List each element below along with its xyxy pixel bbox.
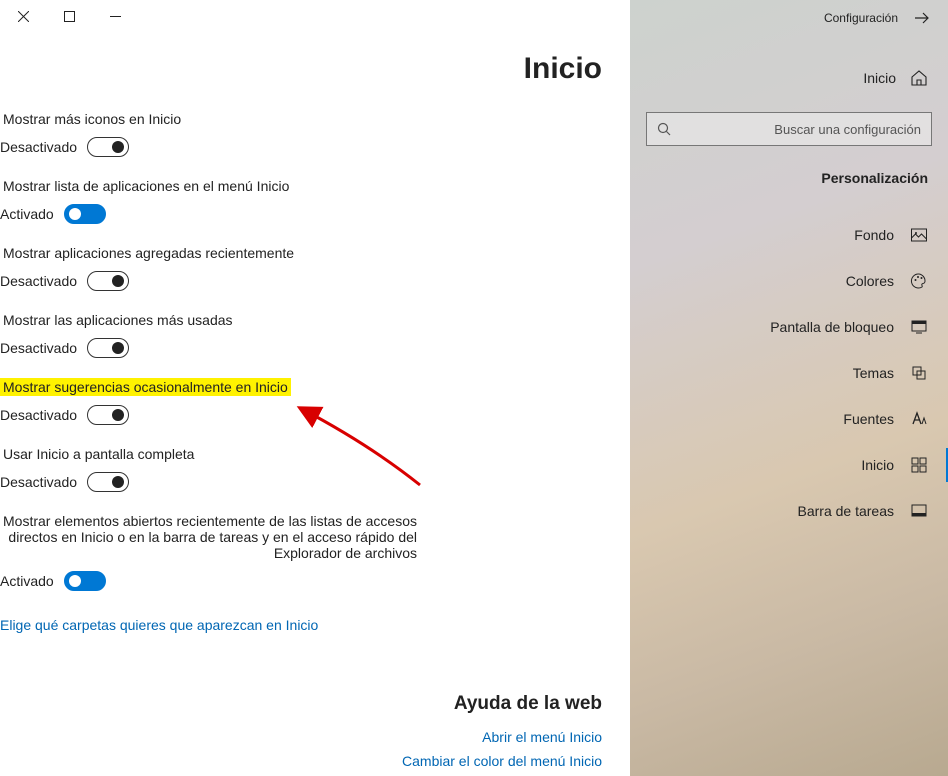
content: Inicio Mostrar más iconos en Inicio Desac… [0, 0, 630, 776]
setting-label: Mostrar elementos abiertos recientemente… [0, 512, 420, 562]
setting-block: Mostrar lista de aplicaciones en el menú… [0, 177, 292, 224]
image-icon [910, 226, 928, 244]
toggle-switch[interactable] [87, 338, 129, 358]
choose-folders-link[interactable]: Elige qué carpetas quieres que aparezcan… [0, 617, 318, 633]
toggle-row: Desactivado [0, 271, 297, 291]
sidebar-item-label: Fuentes [843, 411, 894, 427]
search-icon [657, 122, 671, 136]
setting-label: Usar Inicio a pantalla completa [0, 445, 197, 463]
setting-block: Mostrar más iconos en Inicio Desactivado [0, 110, 184, 157]
close-button[interactable] [0, 0, 46, 32]
help-link[interactable]: Abrir el menú Inicio [0, 729, 602, 745]
minimize-button[interactable] [92, 0, 138, 32]
setting-block: Mostrar aplicaciones agregadas recientem… [0, 244, 297, 291]
sidebar-item-colores[interactable]: Colores [630, 258, 948, 304]
sidebar-item-pantalla-bloqueo[interactable]: Pantalla de bloqueo [630, 304, 948, 350]
sidebar-item-fuentes[interactable]: Fuentes [630, 396, 948, 442]
taskbar-icon [910, 502, 928, 520]
themes-icon [910, 364, 928, 382]
home-icon [910, 69, 928, 87]
setting-block: Mostrar elementos abiertos recientemente… [0, 512, 420, 591]
sidebar-item-inicio[interactable]: Inicio [630, 442, 948, 488]
toggle-switch[interactable] [87, 405, 129, 425]
back-arrow-icon [914, 10, 930, 26]
toggle-state-label: Activado [0, 206, 54, 222]
minimize-icon [110, 11, 121, 22]
toggle-switch[interactable] [87, 472, 129, 492]
toggle-state-label: Desactivado [0, 340, 77, 356]
toggle-row: Activado [0, 571, 420, 591]
app-name: Configuración [824, 11, 898, 25]
settings-list: Mostrar más iconos en InicioDesactivadoM… [0, 110, 606, 633]
sidebar-home-label: Inicio [863, 70, 896, 86]
font-icon [910, 410, 928, 428]
toggle-row: Activado [0, 204, 292, 224]
toggle-row: Desactivado [0, 338, 236, 358]
help-link[interactable]: Cambiar el color del menú Inicio [0, 753, 602, 769]
toggle-switch[interactable] [87, 271, 129, 291]
toggle-row: Desactivado [0, 472, 197, 492]
setting-block: Usar Inicio a pantalla completa Desactiva… [0, 445, 197, 492]
sidebar-item-label: Barra de tareas [798, 503, 895, 519]
palette-icon [910, 272, 928, 290]
toggle-switch[interactable] [64, 571, 106, 591]
toggle-state-label: Activado [0, 573, 54, 589]
toggle-switch[interactable] [64, 204, 106, 224]
titlebar: Configuración [630, 0, 948, 36]
setting-block: Mostrar las aplicaciones más usadas Desac… [0, 311, 236, 358]
setting-label: Mostrar aplicaciones agregadas recientem… [0, 244, 297, 262]
sidebar-item-label: Fondo [854, 227, 894, 243]
toggle-state-label: Desactivado [0, 139, 77, 155]
toggle-switch[interactable] [87, 137, 129, 157]
close-icon [18, 11, 29, 22]
sidebar-item-temas[interactable]: Temas [630, 350, 948, 396]
back-button[interactable] [904, 0, 940, 36]
setting-label: Mostrar las aplicaciones más usadas [0, 311, 236, 329]
page-title: Inicio [0, 52, 606, 86]
sidebar-item-label: Colores [846, 273, 894, 289]
lock-screen-icon [910, 318, 928, 336]
maximize-icon [64, 11, 75, 22]
window-controls [0, 0, 138, 32]
toggle-row: Desactivado [0, 405, 291, 425]
help-title: Ayuda de la web [0, 693, 602, 715]
setting-label: Mostrar más iconos en Inicio [0, 110, 184, 128]
setting-label: Mostrar lista de aplicaciones en el menú… [0, 177, 292, 195]
start-icon [910, 456, 928, 474]
toggle-state-label: Desactivado [0, 273, 77, 289]
sidebar-item-fondo[interactable]: Fondo [630, 212, 948, 258]
sidebar-item-barra-tareas[interactable]: Barra de tareas [630, 488, 948, 534]
sidebar-home[interactable]: Inicio [630, 58, 948, 98]
maximize-button[interactable] [46, 0, 92, 32]
search-box[interactable] [646, 112, 932, 146]
search-input[interactable] [679, 122, 921, 137]
toggle-state-label: Desactivado [0, 407, 77, 423]
search-wrap [646, 112, 932, 146]
sidebar-item-label: Inicio [861, 457, 894, 473]
toggle-state-label: Desactivado [0, 474, 77, 490]
sidebar-item-label: Temas [853, 365, 894, 381]
help-section: Ayuda de la web Abrir el menú Inicio Cam… [0, 693, 606, 769]
setting-label: Mostrar sugerencias ocasionalmente en In… [0, 378, 291, 396]
sidebar-item-label: Pantalla de bloqueo [770, 319, 894, 335]
sidebar-section-title: Personalización [630, 146, 948, 196]
setting-block: Mostrar sugerencias ocasionalmente en In… [0, 378, 291, 425]
sidebar: Configuración Inicio Personalización Fon… [630, 0, 948, 776]
sidebar-nav: Fondo Colores Pantalla de bloqueo Temas … [630, 212, 948, 534]
toggle-row: Desactivado [0, 137, 184, 157]
